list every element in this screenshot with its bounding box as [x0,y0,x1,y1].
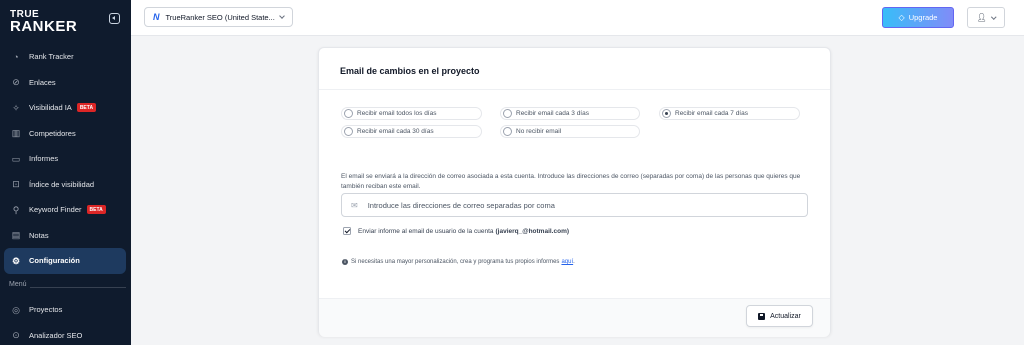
user-icon: 👤︎ [976,13,987,22]
card-title: Email de cambios en el proyecto [340,66,480,76]
sidebar-divider [30,287,126,288]
gear-icon: ⚙ [11,255,21,266]
document-icon: ▭ [11,153,21,164]
sidebar-nav: ◔ Rank Tracker ⊘ Enlaces ✧ Visibilidad I… [0,44,131,274]
account-email: (javierq_@hotmail.com) [495,227,570,235]
note-icon: ▤ [11,230,21,241]
sidebar-item-label: Proyectos [29,305,63,315]
logo-line-2: RANKER [10,18,78,35]
radio-circle-icon [503,127,512,136]
email-input-wrapper: ✉ [341,193,808,217]
beta-badge: BETA [76,103,97,113]
sparkle-icon: ✧ [12,102,20,113]
sidebar-item-keyword-finder[interactable]: ⚲ Keyword Finder BETA [0,197,131,223]
email-addresses-input[interactable] [367,200,788,210]
key-icon: ⚲ [12,204,20,215]
sidebar-item-informes[interactable]: ▭ Informes [0,146,131,172]
info-note: i Si necesitas una mayor personalización… [342,259,575,265]
menu-section-label: Menú [9,281,27,288]
radio-option-30-days[interactable]: Recibir email cada 30 días [341,125,482,138]
sidebar-item-label: Analizador SEO [29,330,83,340]
update-button[interactable]: Actualizar [746,305,813,327]
link-icon: ⊘ [12,77,20,88]
radio-checked-icon [662,109,671,118]
radio-circle-icon [344,109,353,118]
custom-reports-link[interactable]: aquí [561,259,573,265]
radio-label: Recibir email cada 3 días [516,110,589,117]
email-settings-card: Email de cambios en el proyecto Recibir … [318,47,831,337]
radio-circle-icon [344,127,353,136]
radio-circle-icon [503,109,512,118]
sidebar-item-rank-tracker[interactable]: ◔ Rank Tracker [0,44,131,70]
chevron-down-icon [991,14,997,19]
top-bar: N TrueRanker SEO (United State... ◇ Upgr… [131,0,1024,36]
radio-option-3-days[interactable]: Recibir email cada 3 días [500,107,640,120]
sidebar-item-label: Informes [29,154,59,164]
sidebar-item-label: Enlaces [29,77,56,87]
envelope-icon: ✉ [351,200,358,210]
sidebar-item-label: Visibilidad IA [29,103,72,113]
analyzer-icon: ⊙ [12,330,20,341]
gauge-icon: ◔ [13,51,19,62]
sidebar-nav-secondary: ◎ Proyectos ⊙ Analizador SEO [0,297,131,345]
sidebar-item-label: Notas [29,230,49,240]
radio-label: Recibir email cada 7 días [675,110,748,117]
sidebar-item-configuracion[interactable]: ⚙ Configuración [4,248,126,274]
sidebar-item-proyectos[interactable]: ◎ Proyectos [0,297,131,323]
radio-label: No recibir email [516,128,562,135]
sidebar-item-label: Configuración [29,256,80,266]
sidebar-item-label: Competidores [29,128,76,138]
sidebar-item-label: Keyword Finder [29,205,82,215]
chevron-down-icon [279,13,285,19]
sidebar-item-notas[interactable]: ▤ Notas [0,223,131,249]
diamond-icon: ◇ [898,13,905,22]
project-selector[interactable]: N TrueRanker SEO (United State... [144,7,293,27]
sidebar: TRUE RANKER ◔ Rank Tracker ⊘ Enlaces ✧ V… [0,0,131,345]
upgrade-label: Upgrade [908,13,938,22]
send-to-account-checkbox[interactable] [343,227,351,235]
email-help-text: El email se enviará a la dirección de co… [341,173,801,190]
radio-option-daily[interactable]: Recibir email todos los días [341,107,482,120]
checkbox-label: Enviar informe al email de usuario de la… [358,227,494,235]
collapse-sidebar-icon[interactable] [109,13,120,24]
sidebar-item-analizador-seo[interactable]: ⊙ Analizador SEO [0,323,131,345]
radio-label: Recibir email todos los días [357,110,437,117]
globe-icon: ◎ [12,304,20,315]
upgrade-button[interactable]: ◇ Upgrade [882,7,954,28]
info-text-end: . [573,259,575,265]
send-to-account-row: Enviar informe al email de usuario de la… [343,227,569,235]
info-text: Si necesitas una mayor personalización, … [351,259,560,265]
radio-option-7-days[interactable]: Recibir email cada 7 días [659,107,800,120]
radio-option-no-email[interactable]: No recibir email [500,125,640,138]
sidebar-item-competidores[interactable]: ▥ Competidores [0,121,131,147]
save-icon [758,312,766,320]
sidebar-item-label: Rank Tracker [29,52,74,62]
trueranker-logo[interactable]: TRUE RANKER [10,9,78,35]
beta-badge: BETA [86,205,106,215]
sidebar-item-label: Índice de visibilidad [29,179,95,189]
sidebar-item-visibilidad-ia[interactable]: ✧ Visibilidad IA BETA [0,95,131,121]
trueranker-mini-logo-icon: N [153,12,160,22]
update-label: Actualizar [770,312,801,320]
card-divider [319,89,830,90]
info-icon: i [342,259,348,265]
radio-label: Recibir email cada 30 días [357,128,434,135]
sidebar-item-enlaces[interactable]: ⊘ Enlaces [0,70,131,96]
sidebar-item-indice-visibilidad[interactable]: ⊡ Índice de visibilidad [0,172,131,198]
project-name: TrueRanker SEO (United State... [165,12,275,22]
bar-chart-icon: ▥ [11,128,21,139]
user-menu-button[interactable]: 👤︎ [967,7,1005,28]
trend-icon: ⊡ [12,179,20,190]
